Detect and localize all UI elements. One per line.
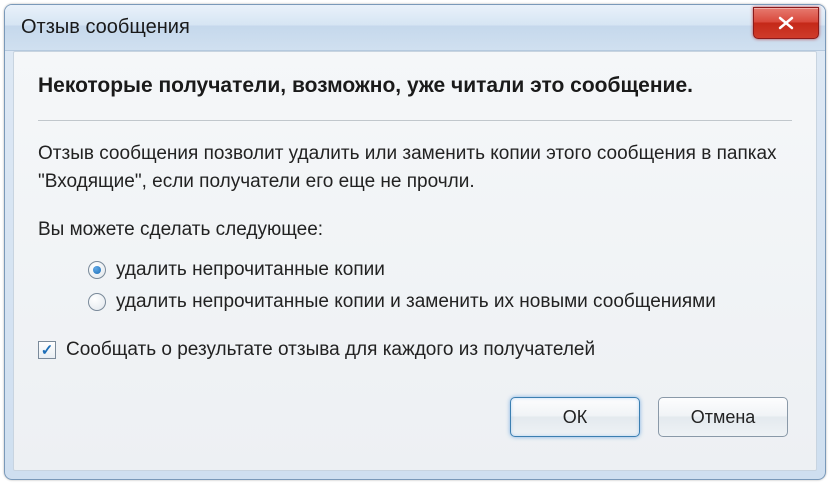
cancel-button[interactable]: Отмена — [658, 397, 788, 437]
dialog-description: Отзыв сообщения позволит удалить или зам… — [38, 140, 792, 195]
notify-checkbox-row[interactable]: Сообщать о результате отзыва для каждого… — [38, 339, 792, 361]
option-delete-unread[interactable]: удалить непрочитанные копии — [88, 259, 792, 281]
close-icon — [777, 16, 795, 30]
recall-options-group: удалить непрочитанные копии удалить непр… — [88, 259, 792, 313]
checkbox-icon — [38, 341, 56, 359]
window-title: Отзыв сообщения — [21, 16, 190, 39]
radio-icon — [88, 293, 106, 311]
option-label: удалить непрочитанные копии и заменить и… — [116, 291, 716, 313]
option-delete-and-replace[interactable]: удалить непрочитанные копии и заменить и… — [88, 291, 792, 313]
radio-icon — [88, 261, 106, 279]
divider — [38, 120, 792, 122]
dialog-heading: Некоторые получатели, возможно, уже чита… — [38, 74, 792, 98]
checkbox-label: Сообщать о результате отзыва для каждого… — [66, 339, 595, 361]
client-area: Некоторые получатели, возможно, уже чита… — [13, 51, 817, 471]
option-label: удалить непрочитанные копии — [116, 259, 385, 281]
button-row: ОК Отмена — [38, 397, 792, 437]
dialog-window: Отзыв сообщения Некоторые получатели, во… — [4, 4, 826, 480]
ok-button[interactable]: ОК — [510, 397, 640, 437]
close-button[interactable] — [753, 7, 819, 39]
dialog-prompt: Вы можете сделать следующее: — [38, 219, 792, 241]
titlebar[interactable]: Отзыв сообщения — [5, 5, 825, 51]
